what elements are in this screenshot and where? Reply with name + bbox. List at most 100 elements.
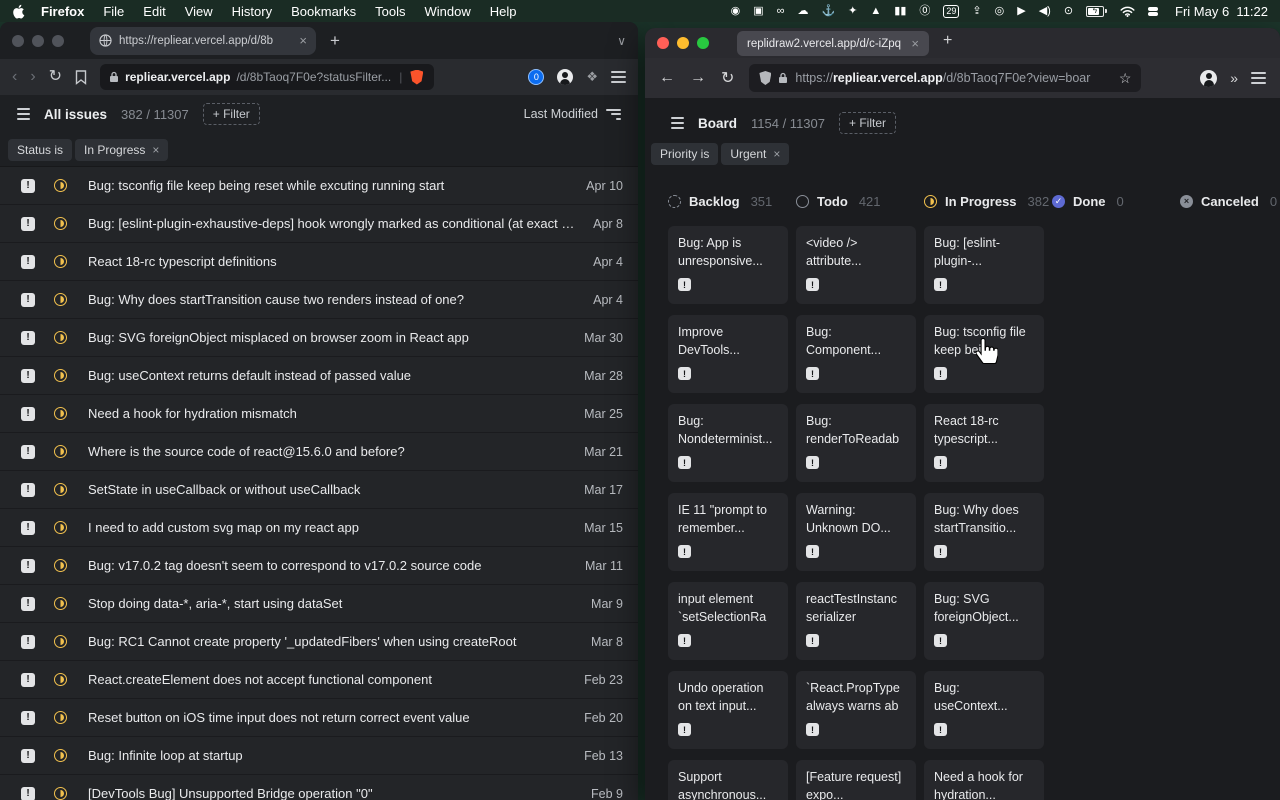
issue-row[interactable]: !I need to add custom svg map on my reac…: [0, 509, 638, 547]
menu-file[interactable]: File: [103, 4, 124, 19]
add-filter-button[interactable]: + Filter: [839, 112, 896, 134]
overflow-chevrons-icon[interactable]: »: [1230, 70, 1238, 86]
volume-icon[interactable]: ◀): [1039, 0, 1051, 22]
close-window-button[interactable]: [657, 37, 669, 49]
github-extension-icon[interactable]: [557, 69, 573, 85]
wifi-icon[interactable]: [1120, 6, 1135, 17]
issue-card[interactable]: Support asynchronous...!: [668, 760, 788, 800]
browser-tab[interactable]: https://repliear.vercel.app/d/8b ×: [90, 27, 316, 55]
close-tab-icon[interactable]: ×: [911, 36, 919, 51]
remove-filter-icon[interactable]: ×: [773, 147, 780, 161]
issue-card[interactable]: IE 11 "prompt to remember...!: [668, 493, 788, 571]
back-button[interactable]: ‹: [12, 69, 17, 85]
new-tab-button[interactable]: +: [943, 32, 952, 50]
tracking-shield-icon[interactable]: [759, 71, 771, 85]
issue-card[interactable]: Bug: Component...!: [796, 315, 916, 393]
triangle-app-icon[interactable]: ▲: [870, 0, 881, 22]
issue-card[interactable]: Bug: renderToReadab!: [796, 404, 916, 482]
issue-card[interactable]: [Feature request] expo...!: [796, 760, 916, 800]
issue-card[interactable]: reactTestInstanc serializer!: [796, 582, 916, 660]
zoom-window-button[interactable]: [697, 37, 709, 49]
browser-tab[interactable]: replidraw2.vercel.app/d/c-iZpq ×: [737, 31, 929, 56]
play-icon[interactable]: ▶: [1017, 0, 1025, 22]
issue-row[interactable]: !React.createElement does not accept fun…: [0, 661, 638, 699]
window-controls[interactable]: [12, 35, 64, 47]
issue-card[interactable]: <video /> attribute...!: [796, 226, 916, 304]
menu-edit[interactable]: Edit: [143, 4, 165, 19]
issue-card[interactable]: Need a hook for hydration...!: [924, 760, 1044, 800]
forward-button[interactable]: →: [690, 69, 706, 87]
onepassword-extension-icon[interactable]: 0: [528, 69, 544, 85]
issue-card[interactable]: input element `setSelectionRa!: [668, 582, 788, 660]
issue-row[interactable]: !Where is the source code of react@15.6.…: [0, 433, 638, 471]
issue-row[interactable]: !SetState in useCallback or without useC…: [0, 471, 638, 509]
sort-label[interactable]: Last Modified: [524, 107, 598, 121]
bookmark-icon[interactable]: [75, 70, 87, 85]
issue-row[interactable]: !Reset button on iOS time input does not…: [0, 699, 638, 737]
back-button[interactable]: ←: [659, 69, 675, 87]
minimize-window-button[interactable]: [677, 37, 689, 49]
issue-row[interactable]: !Bug: [eslint-plugin-exhaustive-deps] ho…: [0, 205, 638, 243]
sidebar-menu-icon[interactable]: [671, 117, 684, 128]
issue-card[interactable]: Improve DevTools...!: [668, 315, 788, 393]
profile-icon[interactable]: [1148, 7, 1158, 16]
issue-row[interactable]: !Bug: RC1 Cannot create property '_updat…: [0, 623, 638, 661]
issue-card[interactable]: Undo operation on text input...!: [668, 671, 788, 749]
issue-row[interactable]: !Bug: useContext returns default instead…: [0, 357, 638, 395]
alarm-icon[interactable]: ⊙: [1064, 0, 1073, 22]
issue-row[interactable]: !Bug: v17.0.2 tag doesn't seem to corres…: [0, 547, 638, 585]
calendar-icon[interactable]: 29: [943, 5, 959, 18]
dropbox-icon[interactable]: ✦: [848, 0, 857, 22]
issue-row[interactable]: !Need a hook for hydration mismatchMar 2…: [0, 395, 638, 433]
close-window-button[interactable]: [12, 35, 24, 47]
issue-card[interactable]: Bug: useContext...!: [924, 671, 1044, 749]
address-bar[interactable]: repliear.vercel.app/d/8bTaoq7F0e?statusF…: [100, 64, 434, 90]
menu-bookmarks[interactable]: Bookmarks: [291, 4, 356, 19]
minimize-window-button[interactable]: [32, 35, 44, 47]
tab-list-chevron-icon[interactable]: ∨: [617, 34, 626, 48]
brave-shield-icon[interactable]: [410, 70, 423, 85]
issue-card[interactable]: `React.PropType always warns ab!: [796, 671, 916, 749]
record-icon[interactable]: ◉: [731, 0, 741, 22]
remove-filter-icon[interactable]: ×: [152, 143, 159, 157]
sidebar-menu-icon[interactable]: [17, 108, 30, 119]
cloud-icon[interactable]: ☁: [797, 0, 808, 22]
issue-card[interactable]: Bug: Why does startTransitio...!: [924, 493, 1044, 571]
link-loop-icon[interactable]: ∞: [777, 0, 785, 22]
issue-card[interactable]: Bug: tsconfig file keep bein...!: [924, 315, 1044, 393]
issue-card[interactable]: Bug: App is unresponsive...!: [668, 226, 788, 304]
issue-row[interactable]: !Bug: SVG foreignObject misplaced on bro…: [0, 319, 638, 357]
account-icon[interactable]: [1200, 70, 1217, 87]
menu-firefox[interactable]: Firefox: [41, 4, 84, 19]
screen-icon[interactable]: ▣: [753, 0, 763, 22]
menu-history[interactable]: History: [232, 4, 272, 19]
issue-row[interactable]: !Bug: Why does startTransition cause two…: [0, 281, 638, 319]
menu-view[interactable]: View: [185, 4, 213, 19]
apple-logo-icon[interactable]: [12, 4, 25, 19]
browser-menu-icon[interactable]: [1251, 72, 1266, 84]
issue-card[interactable]: Bug: Nondeterminist...!: [668, 404, 788, 482]
menu-tools[interactable]: Tools: [375, 4, 405, 19]
issue-row[interactable]: !React 18-rc typescript definitionsApr 4: [0, 243, 638, 281]
menu-window[interactable]: Window: [425, 4, 471, 19]
stats-icon[interactable]: ▮▮: [894, 0, 906, 22]
circled-zero-icon[interactable]: ⓪: [919, 0, 930, 22]
issue-card[interactable]: Bug: SVG foreignObject...!: [924, 582, 1044, 660]
issue-row[interactable]: !Stop doing data-*, aria-*, start using …: [0, 585, 638, 623]
issue-card[interactable]: React 18-rc typescript...!: [924, 404, 1044, 482]
issue-row[interactable]: !Bug: Infinite loop at startupFeb 13: [0, 737, 638, 775]
zoom-window-button[interactable]: [52, 35, 64, 47]
new-tab-button[interactable]: +: [330, 31, 340, 51]
issue-card[interactable]: Warning: Unknown DO...!: [796, 493, 916, 571]
browser-menu-icon[interactable]: [611, 71, 626, 83]
menu-help[interactable]: Help: [490, 4, 517, 19]
window-controls[interactable]: [657, 37, 709, 49]
sort-icon[interactable]: [606, 109, 621, 120]
issue-card[interactable]: Bug: [eslint-plugin-...!: [924, 226, 1044, 304]
close-tab-icon[interactable]: ×: [299, 33, 307, 48]
address-bar[interactable]: https://repliear.vercel.app/d/8bTaoq7F0e…: [749, 64, 1141, 92]
issue-row[interactable]: ![DevTools Bug] Unsupported Bridge opera…: [0, 775, 638, 800]
add-filter-button[interactable]: + Filter: [203, 103, 260, 125]
issue-row[interactable]: !Bug: tsconfig file keep being reset whi…: [0, 167, 638, 205]
power-icon[interactable]: ◎: [995, 0, 1005, 22]
